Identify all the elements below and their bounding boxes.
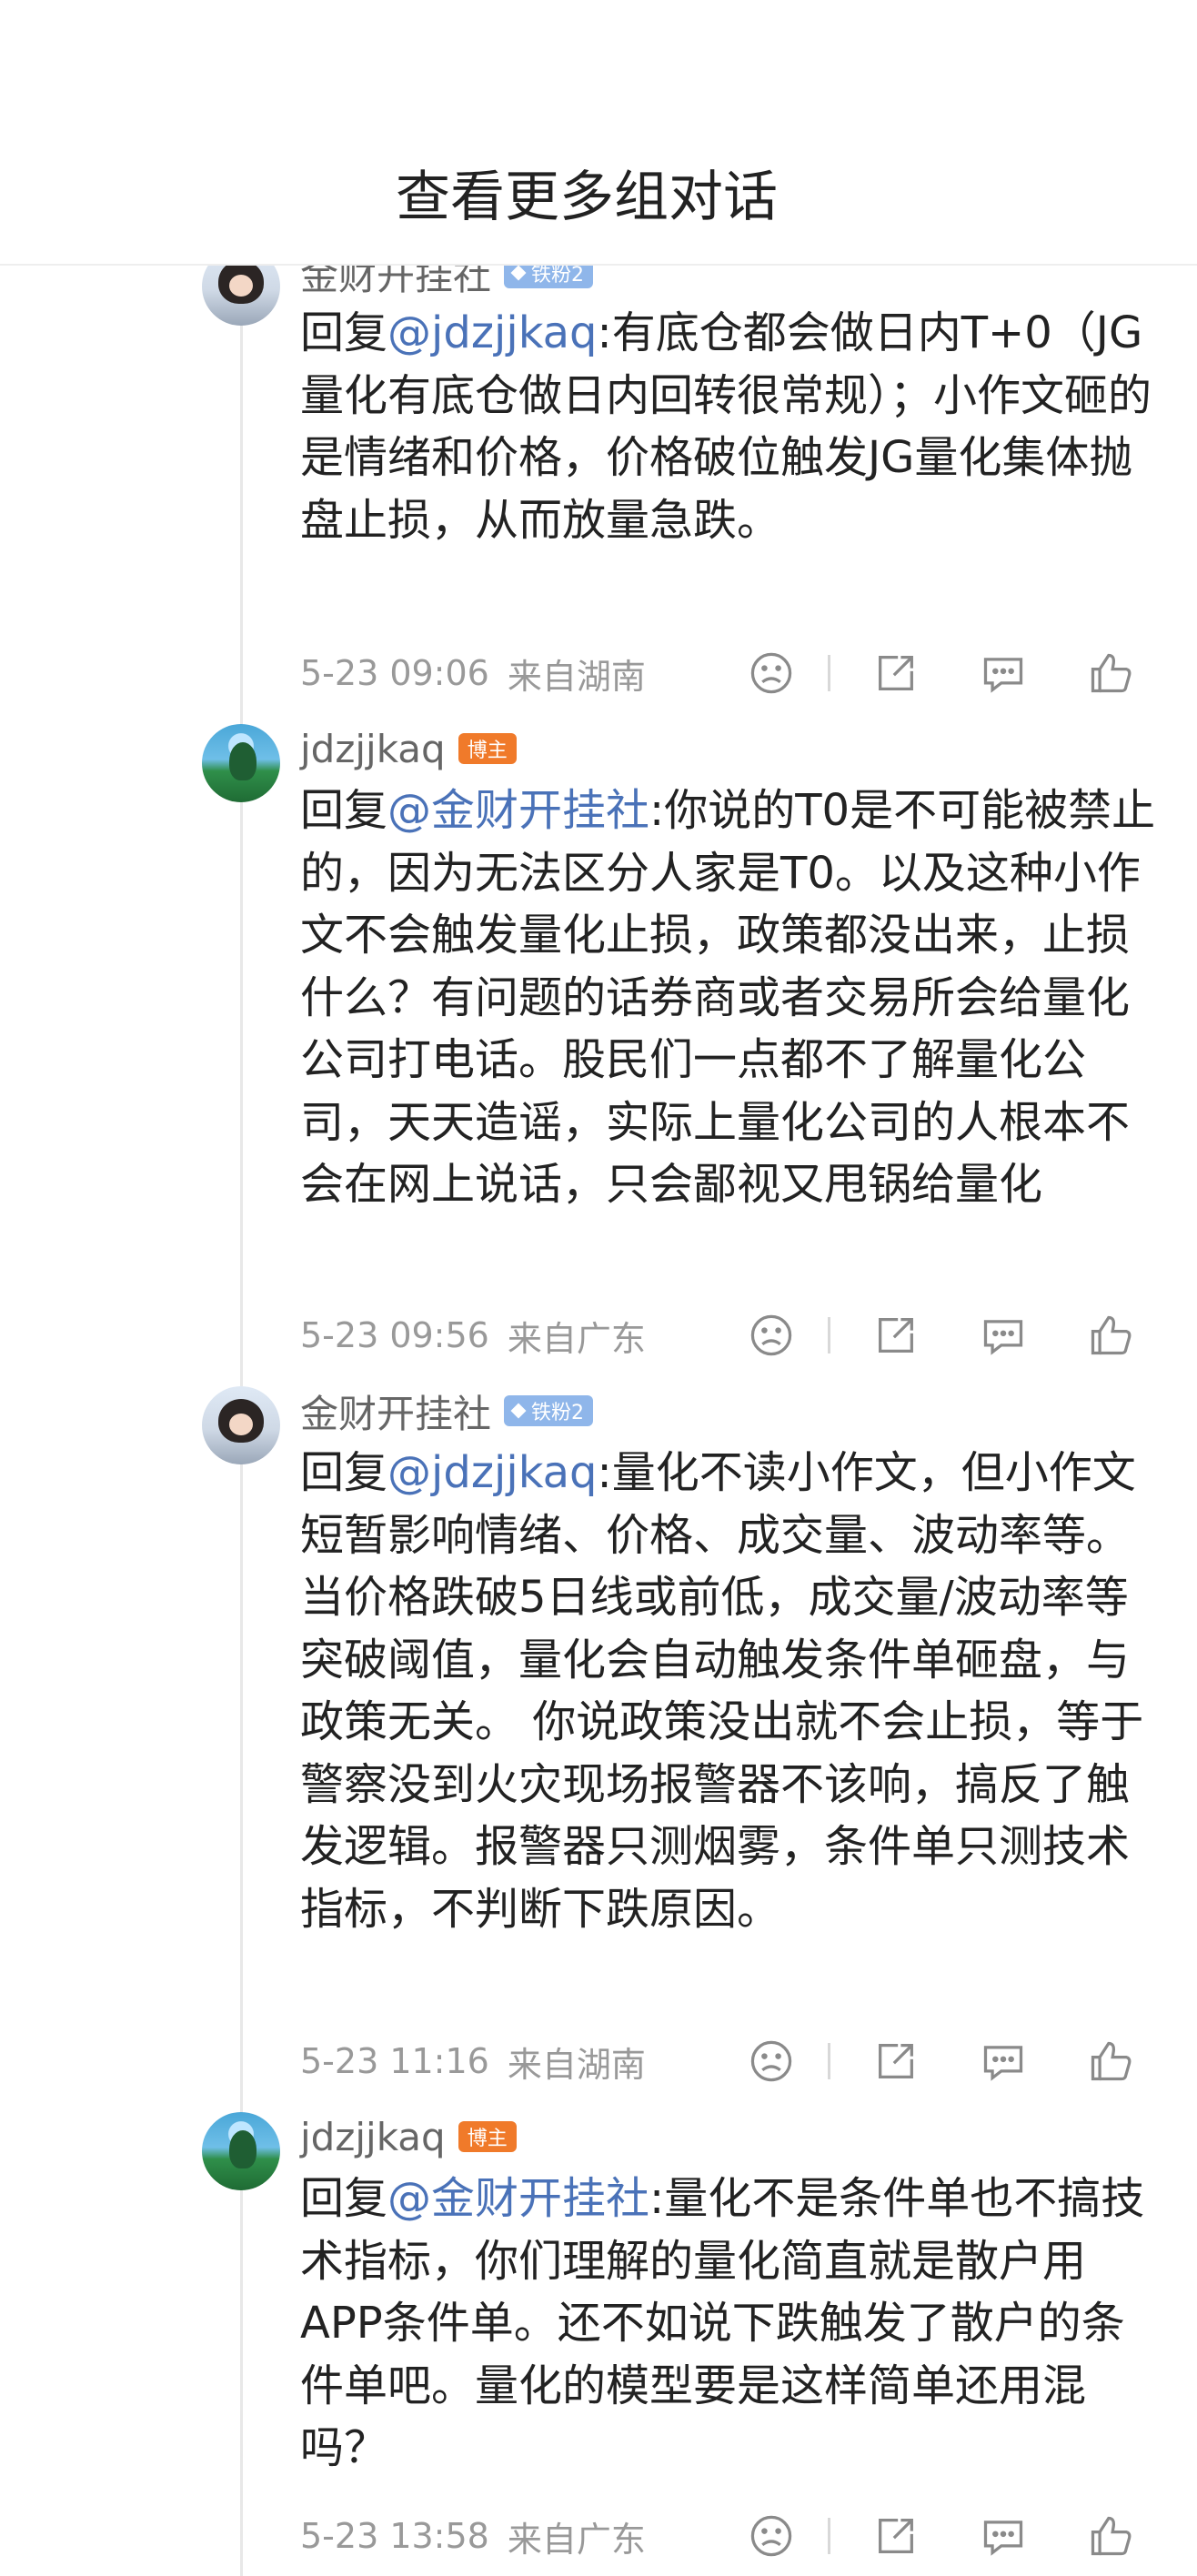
frown-icon[interactable] xyxy=(746,2511,797,2561)
thumbs-up-icon[interactable] xyxy=(1085,2036,1136,2087)
avatar[interactable] xyxy=(202,2112,280,2190)
comment-icon[interactable] xyxy=(978,648,1029,699)
share-icon[interactable] xyxy=(870,1310,921,1361)
mention-link[interactable]: @jdzjjkaq xyxy=(387,307,598,358)
reply-prefix: 回复 xyxy=(300,2173,388,2224)
comment-location: 来自湖南 xyxy=(507,656,646,697)
share-icon[interactable] xyxy=(870,2036,921,2087)
avatar[interactable] xyxy=(202,1386,280,1464)
fan-badge: 铁粉2 xyxy=(504,1395,594,1426)
badge-label: 铁粉2 xyxy=(531,1402,585,1424)
mention-link[interactable]: @金财开挂社 xyxy=(387,785,649,836)
thumbs-up-icon[interactable] xyxy=(1085,648,1136,699)
host-badge: 博主 xyxy=(458,733,517,764)
comment-actions xyxy=(746,646,1136,700)
comment-text: 回复@jdzjjkaq:量化不读小作文，但小作文短暂影响情绪、价格、成交量、波动… xyxy=(300,1442,1164,1940)
frown-icon[interactable] xyxy=(746,2036,797,2087)
comment-actions xyxy=(746,2509,1136,2563)
thumbs-up-icon[interactable] xyxy=(1085,1310,1136,1361)
comment-text: 回复@jdzjjkaq:有底仓都会做日内T+0（JG量化有底仓做日内回转很常规）… xyxy=(300,302,1164,551)
comment-location: 来自广东 xyxy=(507,1318,646,1359)
mention-link[interactable]: @jdzjjkaq xyxy=(387,1447,598,1498)
avatar[interactable] xyxy=(202,724,280,802)
comment-time: 5-23 09:56 xyxy=(300,1315,489,1355)
comment-actions xyxy=(746,1308,1136,1363)
reply-prefix: 回复 xyxy=(300,307,388,358)
username[interactable]: 金财开挂社 xyxy=(300,1384,491,1439)
divider xyxy=(828,655,830,691)
comment-location: 来自湖南 xyxy=(507,2044,646,2085)
badge-label: 博主 xyxy=(467,2128,508,2150)
username-row: 金财开挂社 铁粉2 xyxy=(300,1384,594,1439)
divider xyxy=(828,2043,830,2079)
comment-time: 5-23 13:58 xyxy=(300,2516,489,2556)
diamond-icon xyxy=(510,1403,527,1419)
comment-meta: 5-23 13:58 来自广东 xyxy=(300,2509,1152,2563)
divider xyxy=(828,2518,830,2554)
username[interactable]: jdzjjkaq xyxy=(300,727,446,771)
comment-meta: 5-23 09:06 来自湖南 xyxy=(300,646,1152,700)
comment-time: 5-23 09:06 xyxy=(300,653,489,693)
share-icon[interactable] xyxy=(870,2511,921,2561)
top-bar: 查看更多组对话 xyxy=(0,0,1197,266)
username[interactable]: jdzjjkaq xyxy=(300,2115,446,2159)
comment-time: 5-23 11:16 xyxy=(300,2041,489,2081)
page-title: 查看更多组对话 xyxy=(396,166,778,229)
mention-link[interactable]: @金财开挂社 xyxy=(387,2173,649,2224)
comment-meta: 5-23 11:16 来自湖南 xyxy=(300,2034,1152,2088)
share-icon[interactable] xyxy=(870,648,921,699)
username-row: jdzjjkaq 博主 xyxy=(300,723,517,774)
reply-prefix: 回复 xyxy=(300,785,388,836)
comment-icon[interactable] xyxy=(978,2511,1029,2561)
reply-prefix: 回复 xyxy=(300,1447,388,1498)
comment-meta: 5-23 09:56 来自广东 xyxy=(300,1308,1152,1363)
divider xyxy=(828,1317,830,1353)
username-row: jdzjjkaq 博主 xyxy=(300,2111,517,2162)
frown-icon[interactable] xyxy=(746,1310,797,1361)
comment-body: :你说的T0是不可能被禁止的，因为无法区分人家是T0。以及这种小作文不会触发量化… xyxy=(300,785,1156,1210)
frown-icon[interactable] xyxy=(746,648,797,699)
thumbs-up-icon[interactable] xyxy=(1085,2511,1136,2561)
host-badge: 博主 xyxy=(458,2121,517,2152)
comment-text: 回复@金财开挂社:你说的T0是不可能被禁止的，因为无法区分人家是T0。以及这种小… xyxy=(300,780,1164,1216)
comment-location: 来自广东 xyxy=(507,2519,646,2560)
comment-body: :量化不读小作文，但小作文短暂影响情绪、价格、成交量、波动率等。当价格跌破5日线… xyxy=(300,1447,1144,1935)
diamond-icon xyxy=(510,265,527,281)
comment-text: 回复@金财开挂社:量化不是条件单也不搞技术指标，你们理解的量化简直就是散户用AP… xyxy=(300,2168,1164,2480)
comment-icon[interactable] xyxy=(978,1310,1029,1361)
comment-actions xyxy=(746,2034,1136,2088)
badge-label: 博主 xyxy=(467,740,508,762)
comment-icon[interactable] xyxy=(978,2036,1029,2087)
